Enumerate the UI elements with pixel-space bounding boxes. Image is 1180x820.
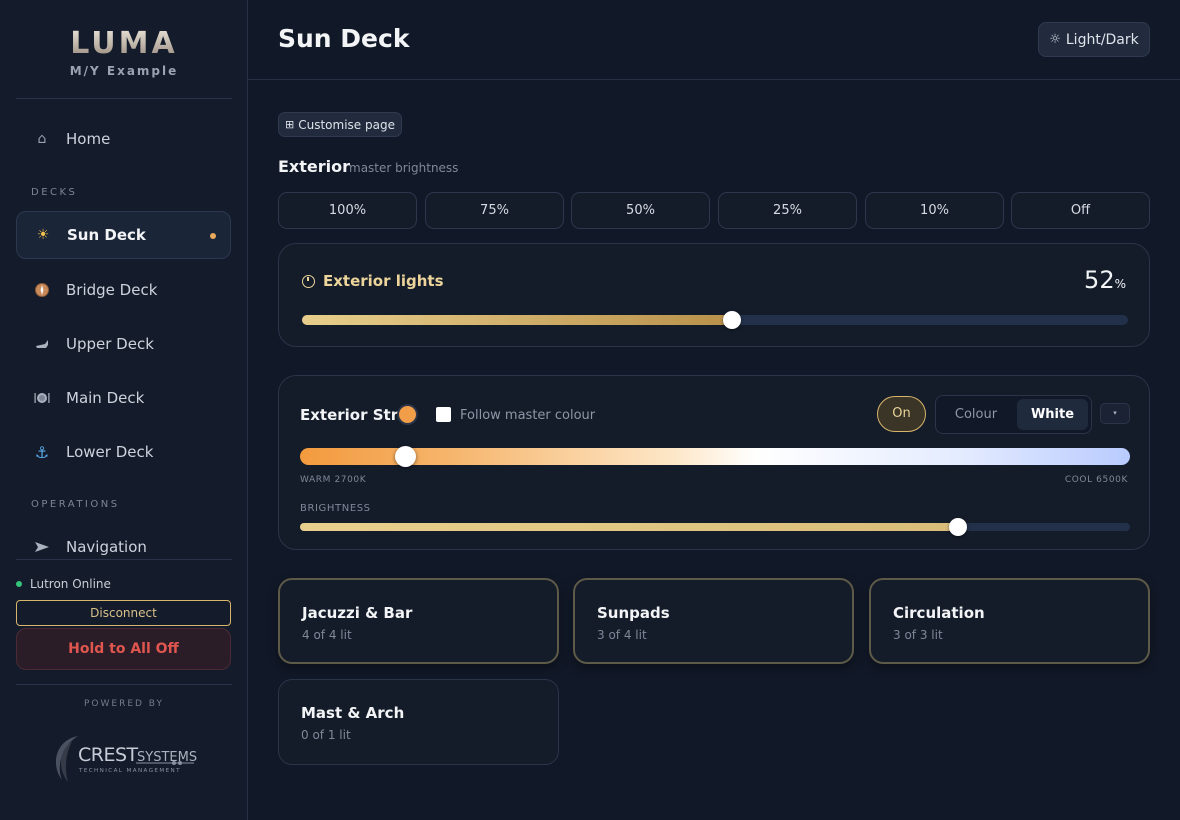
preset-off-button[interactable]: Off [1011,192,1150,229]
anchor-icon: ⚓ [34,442,50,462]
room-name: Mast & Arch [301,704,405,722]
vessel-name: M/Y Example [69,64,179,78]
sidebar-item-lower-deck[interactable]: ⚓ Lower Deck [16,428,231,476]
preset-75-button[interactable]: 75% [425,192,564,229]
sidebar-item-label: Navigation [66,538,147,555]
room-card-circulation[interactable]: Circulation 3 of 3 lit [869,578,1150,664]
room-name: Jacuzzi & Bar [302,604,413,622]
operations-scroll-area: Navigation [0,520,247,555]
follow-master-checkbox[interactable] [436,407,451,422]
sidebar-divider [16,98,232,99]
home-icon: ⌂ [37,131,47,147]
preset-50-button[interactable]: 50% [571,192,710,229]
theme-toggle-button[interactable]: ☼ Light/Dark [1038,22,1150,57]
exterior-lights-card: Exterior lights 52% [278,243,1150,347]
compass-icon [34,282,50,298]
exterior-lights-value: 52% [1084,266,1126,294]
warm-label: WARM 2700K [300,475,367,485]
operations-heading: OPERATIONS [31,499,120,510]
exterior-title: Exterior [278,157,351,176]
sidebar-item-label: Main Deck [66,389,145,407]
sidebar-divider [16,684,232,685]
brightness-label: BRIGHTNESS [300,503,371,514]
active-indicator [210,233,216,239]
slider-fill [302,315,732,325]
slider-fill [300,523,958,531]
exterior-lights-percent: 52 [1084,266,1115,294]
preset-25-button[interactable]: 25% [718,192,857,229]
customise-page-button[interactable]: ⊞ Customise page [278,112,402,137]
mode-colour-option[interactable]: Colour [936,396,1016,433]
sidebar-item-upper-deck[interactable]: Upper Deck [16,320,231,368]
exterior-lights-header: Exterior lights [302,272,444,290]
powered-by-label: POWERED BY [83,699,164,709]
sidebar: LUMA M/Y Example ⌂ Home DECKS ☀ Sun Deck… [0,0,248,820]
strip-power-toggle[interactable]: On [877,396,926,432]
partner-name: CREST [78,744,139,766]
partner-logo: CREST SYSTEMS TECHNICAL MANAGEMENT [48,730,208,790]
room-card-sunpads[interactable]: Sunpads 3 of 4 lit [573,578,854,664]
mode-white-option[interactable]: White [1017,399,1088,430]
brand-logo: LUMA M/Y Example [0,26,248,79]
sidebar-item-navigation[interactable]: Navigation [16,523,231,555]
room-status: 4 of 4 lit [302,628,352,642]
decks-heading: DECKS [31,187,78,198]
exterior-subtitle: master brightness [349,161,459,175]
percent-unit: % [1114,277,1126,291]
sidebar-item-bridge-deck[interactable]: Bridge Deck [16,266,231,314]
partner-tagline: TECHNICAL MANAGEMENT [78,768,181,774]
sidebar-divider [16,559,232,560]
room-status: 3 of 4 lit [597,628,647,642]
sidebar-item-label: Bridge Deck [66,281,158,299]
sidebar-item-label: Upper Deck [66,335,154,353]
sidebar-item-label: Home [66,130,111,148]
strip-color-swatch[interactable] [399,406,416,423]
navigation-arrow-icon [34,539,50,555]
lounge-chair-icon [34,336,50,352]
slider-thumb[interactable] [723,311,741,329]
preset-100-button[interactable]: 100% [278,192,417,229]
customise-label: Customise page [298,117,395,132]
sidebar-item-sun-deck[interactable]: ☀ Sun Deck [16,211,231,259]
exterior-lights-slider[interactable] [302,311,1128,329]
power-icon [302,274,315,288]
header: Sun Deck ☼ Light/Dark [248,0,1180,80]
slider-thumb[interactable] [949,518,967,536]
status-text: Lutron Online [30,577,111,591]
sun-outline-icon: ☼ [1049,32,1061,47]
room-card-mast-arch[interactable]: Mast & Arch 0 of 1 lit [278,679,559,765]
room-card-jacuzzi-bar[interactable]: Jacuzzi & Bar 4 of 4 lit [278,578,559,664]
room-status: 0 of 1 lit [301,728,351,742]
room-name: Circulation [893,604,985,622]
exterior-lights-title: Exterior lights [323,272,444,290]
sun-icon: ☀ [36,227,50,243]
slider-thumb[interactable] [395,446,416,467]
exterior-strip-card: Exterior Strip Follow master colour On C… [278,375,1150,550]
all-off-button[interactable]: Hold to All Off [16,628,231,670]
color-temperature-slider[interactable] [300,446,1130,467]
follow-master-label: Follow master colour [460,408,596,423]
sidebar-item-label: Lower Deck [66,443,154,461]
theme-toggle-label: Light/Dark [1065,31,1139,48]
brand-name: LUMA [70,26,178,61]
strip-title: Exterior Strip [300,406,414,424]
cool-label: COOL 6500K [1064,475,1128,485]
preset-10-button[interactable]: 10% [865,192,1004,229]
strip-options-dropdown[interactable]: ▾ [1100,403,1130,424]
mode-segmented-control: Colour White [935,395,1092,434]
grid-icon: ⊞ [285,118,295,131]
room-name: Sunpads [597,604,670,622]
sidebar-item-label: Sun Deck [67,226,146,244]
connection-status: Lutron Online [16,577,111,591]
room-status: 3 of 3 lit [893,628,943,642]
strip-brightness-slider[interactable] [300,518,1130,536]
dining-icon [34,390,50,406]
sidebar-item-main-deck[interactable]: Main Deck [16,374,231,422]
sidebar-item-home[interactable]: ⌂ Home [16,115,231,163]
disconnect-button[interactable]: Disconnect [16,600,231,626]
online-indicator [16,581,22,587]
page-title: Sun Deck [278,24,410,53]
